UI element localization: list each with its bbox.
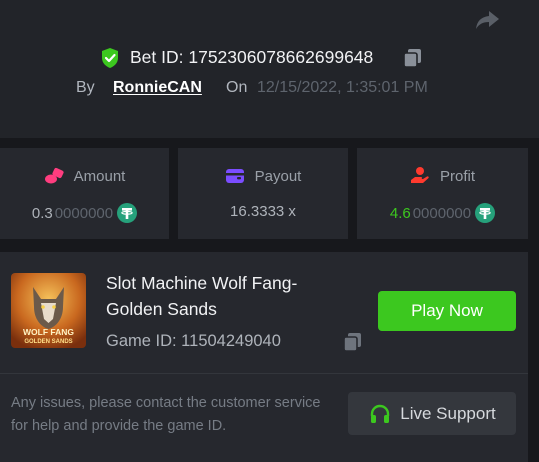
thumb-title-line1: WOLF FANG [23, 327, 74, 337]
share-icon[interactable] [474, 8, 500, 32]
play-now-button[interactable]: Play Now [378, 291, 516, 331]
game-title: Slot Machine Wolf Fang-Golden Sands [106, 273, 298, 319]
payout-card: Payout 16.3333 x [178, 148, 348, 239]
payout-value: 16.3333 x [230, 203, 296, 220]
copy-icon[interactable] [402, 48, 423, 69]
tether-icon [117, 203, 138, 223]
thumb-title-line2: GOLDEN SANDS [24, 339, 72, 345]
profit-value-int: 4.6 [389, 204, 411, 222]
divider [0, 373, 528, 374]
support-notice: Any issues, please contact the customer … [11, 395, 321, 434]
username-link[interactable]: RonnieCAN [113, 79, 202, 97]
game-thumbnail[interactable]: WOLF FANG GOLDEN SANDS [11, 273, 86, 348]
profit-card: Profit 4.6 0000000 [357, 148, 528, 239]
profit-label: Profit [439, 167, 475, 185]
bet-id-row: Bet ID: 1752306078662699648 [0, 45, 539, 69]
bet-datetime: 12/15/2022, 1:35:01 PM [257, 79, 428, 96]
coins-icon [44, 167, 64, 184]
on-label: On [226, 79, 248, 96]
amount-card: Amount 0.3 0000000 [0, 148, 169, 239]
amount-label: Amount [73, 167, 126, 185]
payout-label: Payout [254, 167, 302, 185]
live-support-label: Live Support [400, 403, 496, 423]
bet-meta-row: By RonnieCAN On 12/15/2022, 1:35:01 PM [0, 79, 539, 101]
amount-value-dec: 0000000 [54, 204, 114, 222]
profit-value-dec: 0000000 [412, 204, 472, 222]
game-id: Game ID: 11504249040 [106, 332, 281, 350]
amount-value-int: 0.3 [31, 204, 53, 222]
tether-icon [475, 203, 496, 223]
wallet-icon [225, 169, 244, 183]
game-card: WOLF FANG GOLDEN SANDS Slot Machine Wolf… [0, 252, 528, 462]
copy-game-id-icon[interactable] [342, 332, 363, 353]
hand-coin-icon [410, 167, 429, 183]
bet-id: Bet ID: 1752306078662699648 [130, 47, 374, 67]
by-label: By [76, 79, 95, 96]
headset-icon [371, 404, 390, 423]
verified-shield-icon [102, 48, 118, 68]
live-support-button[interactable]: Live Support [348, 392, 516, 435]
